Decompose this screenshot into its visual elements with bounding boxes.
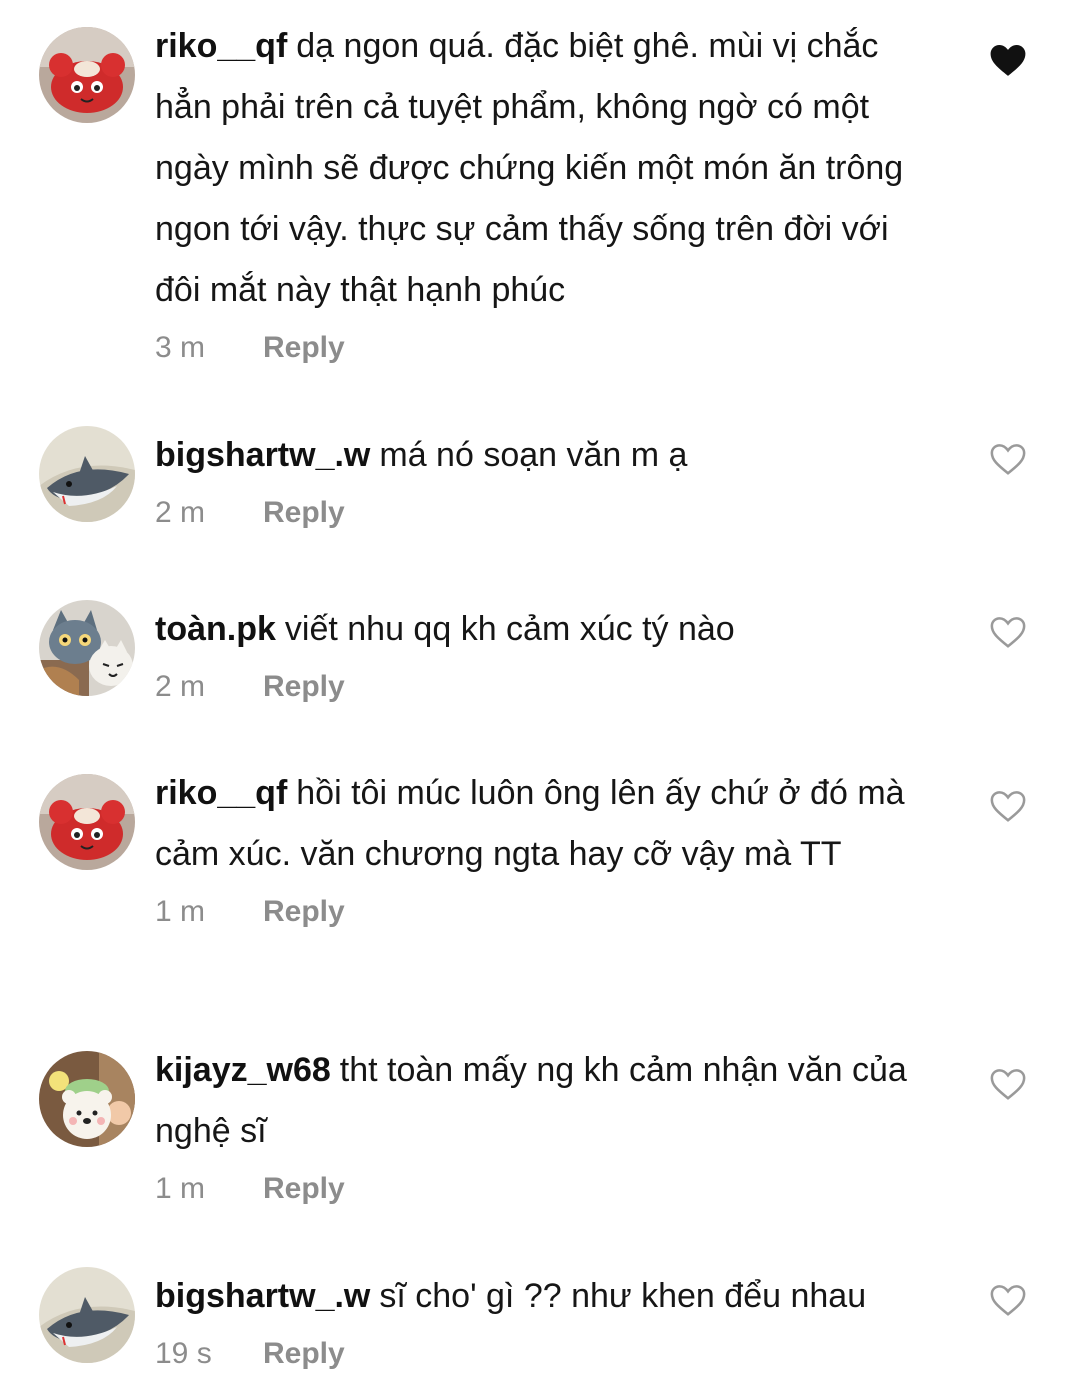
red-crab-plush-avatar-icon	[39, 774, 135, 870]
reply-button[interactable]: Reply	[263, 667, 345, 707]
like-button[interactable]	[989, 441, 1027, 477]
heart-outline-icon	[990, 444, 1026, 475]
comment-time: 1 m	[155, 1172, 206, 1205]
user-avatar[interactable]	[39, 1267, 135, 1363]
comment-username[interactable]: toàn.pk	[155, 610, 276, 648]
comment-time: 2 m	[155, 496, 206, 529]
comment-meta: 19 s Reply	[155, 1334, 925, 1374]
comment-username[interactable]: riko__qf	[155, 27, 287, 65]
bear-plush-avatar-icon	[39, 1051, 135, 1147]
comment-text: toàn.pk viết nhu qq kh cảm xúc tý nào	[155, 599, 925, 660]
like-button[interactable]	[989, 42, 1027, 78]
comment-username[interactable]: bigshartw_.w	[155, 1277, 370, 1315]
user-avatar[interactable]	[39, 774, 135, 870]
comment-text: riko__qf dạ ngon quá. đặc biệt ghê. mùi v…	[155, 16, 925, 321]
comment-body: dạ ngon quá. đặc biệt ghê. mùi vị chắc h…	[155, 27, 904, 309]
shark-plush-avatar-icon	[39, 426, 135, 522]
comment-text: bigshartw_.w sĩ cho' gì ?? như khen đểu n…	[155, 1266, 925, 1327]
user-avatar[interactable]	[39, 27, 135, 123]
comment-time: 3 m	[155, 331, 206, 364]
comment-text: kijayz_w68 tht toàn mấy ng kh cảm nhận vă…	[155, 1040, 925, 1162]
heart-outline-icon	[990, 617, 1026, 648]
comment-username[interactable]: kijayz_w68	[155, 1051, 331, 1089]
like-button[interactable]	[989, 614, 1027, 650]
comment-time: 19 s	[155, 1337, 212, 1370]
heart-outline-icon	[990, 791, 1026, 822]
comment-username[interactable]: bigshartw_.w	[155, 436, 370, 474]
red-crab-plush-avatar-icon	[39, 27, 135, 123]
comment-body: sĩ cho' gì ?? như khen đểu nhau	[379, 1277, 867, 1315]
comment-text: riko__qf hồi tôi múc luôn ông lên ấy chứ …	[155, 763, 925, 885]
reply-button[interactable]: Reply	[263, 493, 345, 533]
reply-button[interactable]: Reply	[263, 1169, 345, 1209]
shark-plush-avatar-icon	[39, 1267, 135, 1363]
comment-meta: 2 m Reply	[155, 667, 925, 707]
like-button[interactable]	[989, 788, 1027, 824]
reply-button[interactable]: Reply	[263, 328, 345, 368]
reply-button[interactable]: Reply	[263, 892, 345, 932]
user-avatar[interactable]	[39, 426, 135, 522]
like-button[interactable]	[989, 1282, 1027, 1318]
comment-body: má nó soạn văn m ạ	[379, 436, 688, 474]
heart-outline-icon	[990, 1069, 1026, 1100]
cat-plush-avatar-icon	[39, 600, 135, 696]
user-avatar[interactable]	[39, 1051, 135, 1147]
like-button[interactable]	[989, 1066, 1027, 1102]
comment-meta: 1 m Reply	[155, 892, 925, 932]
heart-outline-icon	[990, 1285, 1026, 1316]
comment-meta: 1 m Reply	[155, 1169, 925, 1209]
heart-filled-icon	[990, 44, 1026, 76]
comment-time: 2 m	[155, 670, 206, 703]
comment-meta: 2 m Reply	[155, 493, 925, 533]
comment-time: 1 m	[155, 895, 206, 928]
comment-meta: 3 m Reply	[155, 328, 925, 368]
user-avatar[interactable]	[39, 600, 135, 696]
reply-button[interactable]: Reply	[263, 1334, 345, 1374]
comment-text: bigshartw_.w má nó soạn văn m ạ	[155, 425, 925, 486]
comment-body: viết nhu qq kh cảm xúc tý nào	[284, 610, 735, 648]
comment-username[interactable]: riko__qf	[155, 774, 287, 812]
